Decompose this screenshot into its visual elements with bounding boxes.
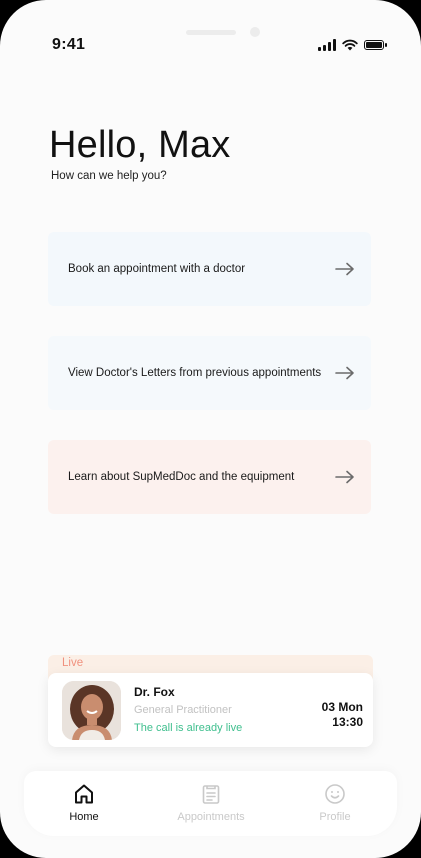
tab-profile[interactable]: Profile [290, 771, 380, 836]
home-icon [75, 784, 93, 804]
arrow-right-icon [335, 366, 354, 380]
status-icons [318, 38, 387, 52]
appointment-time: 13:30 [332, 715, 363, 729]
page-title: Hello, Max [49, 124, 231, 166]
page-subtitle: How can we help you? [51, 170, 167, 182]
card-label: Learn about SupMedDoc and the equipment [68, 471, 295, 483]
live-badge: Live [62, 657, 84, 669]
phone-frame: 9:41 Hello, Max How can we help you? Boo… [0, 0, 421, 858]
doctor-name: Dr. Fox [134, 685, 175, 699]
learn-about-card[interactable]: Learn about SupMedDoc and the equipment [48, 440, 371, 514]
arrow-right-icon [335, 262, 354, 276]
clipboard-icon [202, 785, 220, 804]
status-bar: 9:41 [0, 0, 421, 60]
card-label: View Doctor's Letters from previous appo… [68, 367, 322, 379]
call-status: The call is already live [134, 722, 243, 734]
tab-appointments[interactable]: Appointments [166, 771, 256, 836]
arrow-right-icon [335, 470, 354, 484]
tab-home[interactable]: Home [39, 771, 129, 836]
live-call-card[interactable]: Dr. Fox General Practitioner The call is… [48, 673, 373, 747]
bottom-tab-bar: Home Appointments Profile [24, 771, 397, 836]
tab-label: Appointments [177, 811, 245, 823]
notch-speaker [186, 30, 236, 35]
doctor-role: General Practitioner [134, 704, 232, 716]
battery-icon [364, 40, 387, 50]
doctor-avatar [62, 681, 121, 740]
doctor-letters-card[interactable]: View Doctor's Letters from previous appo… [48, 336, 371, 410]
appointment-date: 03 Mon [321, 700, 363, 714]
smiley-icon [325, 784, 345, 804]
tab-label: Home [69, 811, 99, 823]
wifi-icon [342, 39, 358, 51]
tab-label: Profile [319, 811, 351, 823]
card-label: Book an appointment with a doctor [68, 263, 246, 275]
book-appointment-card[interactable]: Book an appointment with a doctor [48, 232, 371, 306]
appointment-datetime: 03 Mon 13:30 [322, 700, 363, 730]
cellular-signal-icon [318, 39, 336, 51]
notch-camera [250, 27, 260, 37]
status-time: 9:41 [52, 36, 86, 53]
